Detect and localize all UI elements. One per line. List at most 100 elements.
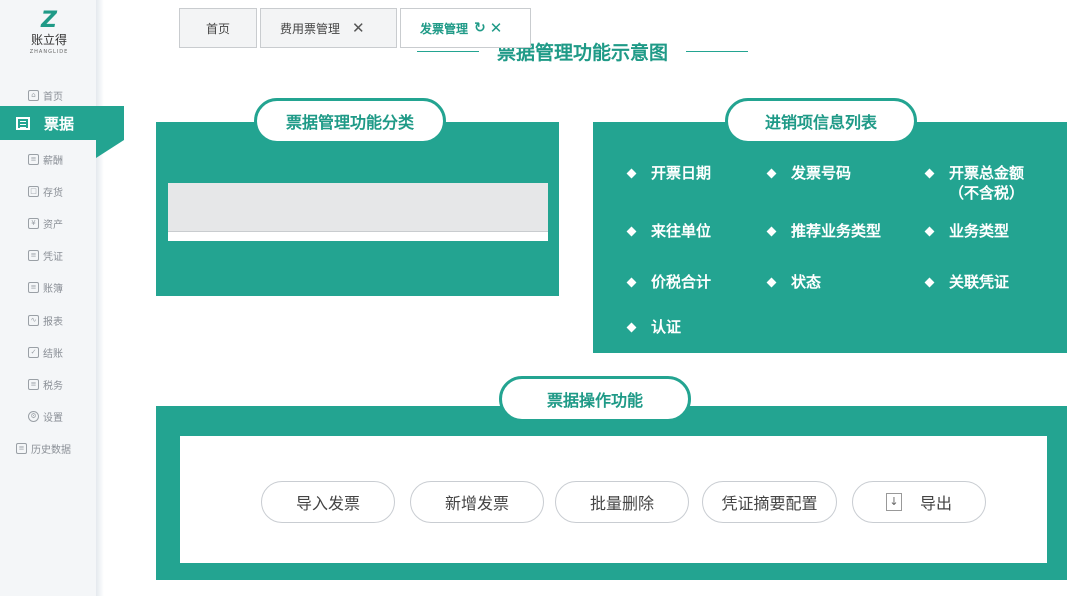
sidebar-item-bills[interactable]: 票据 (0, 106, 124, 140)
info-item-label: 业务类型 (949, 222, 1010, 240)
gear-icon: ⚙ (28, 410, 39, 422)
info-item-label: 价税合计 (651, 273, 712, 291)
sidebar-item-home[interactable]: ⌂ 首页 (28, 86, 63, 104)
asset-icon: ¥ (28, 217, 39, 229)
button-label: 导出 (919, 494, 952, 513)
logo-text: 账立得 (30, 33, 67, 47)
tab-bar-underline (168, 231, 548, 241)
sidebar-item-tax[interactable]: ≡ 税务 (28, 375, 63, 393)
button-label: 凭证摘要配置 (721, 494, 818, 513)
sidebar-divider (96, 0, 104, 596)
info-item: 状态 (766, 272, 822, 292)
logo[interactable]: Z 账立得 ZHANGLIDE (14, 10, 84, 56)
sidebar-item-label: 资产 (43, 219, 63, 231)
export-button[interactable]: ↓ 导出 (852, 481, 986, 523)
tax-icon: ≡ (28, 378, 39, 390)
info-item: 来往单位 (626, 221, 712, 241)
diamond-bullet-icon (924, 168, 935, 179)
sidebar-item-closing[interactable]: ✓ 结账 (28, 343, 63, 361)
sidebar-item-label: 票据 (44, 114, 75, 133)
diamond-bullet-icon (626, 322, 637, 333)
sidebar-item-label: 结账 (43, 348, 63, 360)
home-icon: ⌂ (28, 89, 39, 101)
info-item-sublabel: （不含税） (949, 184, 1025, 202)
sidebar-item-label: 首页 (43, 91, 63, 103)
info-list-title: 进销项信息列表 (725, 98, 917, 144)
tab-home[interactable]: 首页 (179, 8, 257, 48)
checkout-icon: ✓ (28, 346, 39, 358)
info-item-label: 关联凭证 (949, 273, 1010, 291)
tab-label: 发票管理 (420, 21, 469, 36)
sidebar-item-ledgers[interactable]: ≡ 账簿 (28, 278, 63, 296)
info-item: 关联凭证 (924, 272, 1010, 292)
book-icon: ≡ (28, 281, 39, 293)
calendar-icon: ≡ (28, 153, 39, 165)
info-item: 开票日期 (626, 163, 712, 183)
button-label: 新增发票 (444, 494, 509, 513)
diamond-bullet-icon (766, 226, 777, 237)
sidebar-item-label: 存货 (43, 187, 63, 199)
diamond-bullet-icon (626, 168, 637, 179)
sidebar-item-history[interactable]: ≡ 历史数据 (16, 439, 71, 457)
tab-label: 费用票管理 (280, 21, 341, 36)
info-item-label: 状态 (791, 273, 822, 291)
logo-subtext: ZHANGLIDE (29, 49, 69, 55)
active-indicator-tail (96, 140, 124, 158)
info-item: 发票号码 (766, 163, 852, 183)
voucher-summary-config-button[interactable]: 凭证摘要配置 (702, 481, 837, 523)
history-icon: ≡ (16, 442, 27, 454)
sidebar-item-label: 账簿 (43, 283, 63, 295)
add-invoice-button[interactable]: 新增发票 (410, 481, 544, 523)
import-invoice-button[interactable]: 导入发票 (261, 481, 395, 523)
info-item: 推荐业务类型 (766, 221, 882, 241)
logo-mark: Z (41, 8, 57, 33)
info-item-label: 开票日期 (651, 164, 712, 182)
tab-bar (168, 183, 548, 241)
batch-delete-button[interactable]: 批量删除 (555, 481, 689, 523)
tab-invoice-management[interactable]: 发票管理 ↻ ✕ (400, 8, 531, 48)
button-label: 批量删除 (589, 494, 654, 513)
box-icon: □ (28, 185, 39, 197)
diamond-bullet-icon (766, 277, 777, 288)
chart-icon: ∿ (28, 314, 39, 326)
close-icon[interactable]: ✕ (490, 19, 503, 37)
sidebar-item-label: 报表 (43, 316, 63, 328)
title-line-right (686, 50, 748, 52)
sidebar-item-label: 薪酬 (43, 155, 63, 167)
diamond-bullet-icon (924, 277, 935, 288)
diamond-bullet-icon (626, 226, 637, 237)
info-item: 价税合计 (626, 272, 712, 292)
app-root: Z 账立得 ZHANGLIDE ⌂ 首页 票据 ≡ 薪酬 □ 存货 ¥ 资产 ≡… (0, 0, 1080, 596)
sidebar-item-label: 设置 (43, 412, 63, 424)
document-icon (16, 116, 30, 130)
tab-expense-invoice[interactable]: 费用票管理 ✕ (260, 8, 397, 48)
info-item-label: 推荐业务类型 (791, 222, 882, 240)
diamond-bullet-icon (766, 168, 777, 179)
info-item-label: 发票号码 (791, 164, 852, 182)
info-item-label: 开票总金额 (949, 164, 1025, 182)
info-item: 开票总金额 （不含税） (924, 163, 1025, 203)
voucher-icon: ≡ (28, 249, 39, 261)
info-item-label: 来往单位 (651, 222, 712, 240)
operations-title: 票据操作功能 (499, 376, 691, 422)
sidebar-item-assets[interactable]: ¥ 资产 (28, 214, 63, 232)
diamond-bullet-icon (626, 277, 637, 288)
sidebar-item-salary[interactable]: ≡ 薪酬 (28, 150, 63, 168)
info-item: 业务类型 (924, 221, 1010, 241)
download-icon: ↓ (885, 493, 902, 511)
close-icon[interactable]: ✕ (352, 19, 365, 37)
sidebar-item-label: 税务 (43, 380, 63, 392)
sidebar-item-reports[interactable]: ∿ 报表 (28, 311, 63, 329)
sidebar-item-label: 凭证 (43, 251, 63, 263)
info-item-label: 认证 (651, 318, 682, 336)
sidebar-item-label: 历史数据 (31, 444, 71, 456)
sidebar-item-vouchers[interactable]: ≡ 凭证 (28, 246, 63, 264)
button-label: 导入发票 (295, 494, 360, 513)
refresh-icon[interactable]: ↻ (474, 20, 486, 36)
category-panel-title: 票据管理功能分类 (254, 98, 446, 144)
sidebar-item-settings[interactable]: ⚙ 设置 (28, 407, 63, 425)
sidebar-item-inventory[interactable]: □ 存货 (28, 182, 63, 200)
info-item: 认证 (626, 317, 682, 337)
tab-label: 首页 (205, 21, 230, 36)
title-line-left (416, 50, 479, 52)
